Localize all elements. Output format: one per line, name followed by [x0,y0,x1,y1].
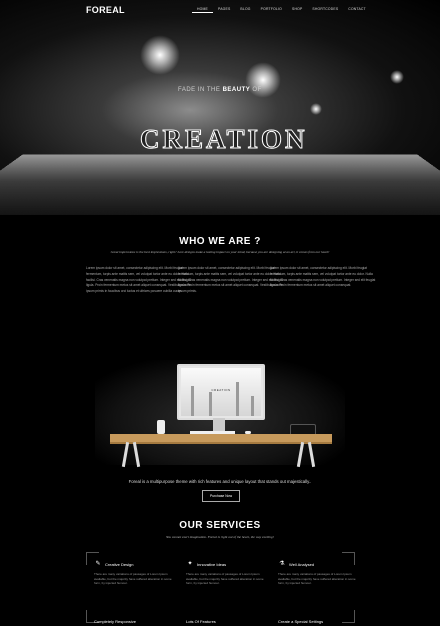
top-nav: FOREAL HOME PAGES BLOG PORTFOLIO SHOP SH… [0,0,440,20]
service-title: Creative Design [105,561,134,567]
phone [157,420,165,434]
hero-tagline: FADE IN THE BEAUTY OF [178,87,262,93]
tagline-pre: FADE IN THE [178,87,221,93]
nav-item-portfolio[interactable]: PORTFOLIO [256,7,287,13]
service-lots-of-features: Lots Of Features [186,619,216,624]
palette-icon: ✎ [95,561,101,567]
site-logo[interactable]: FOREAL [86,5,125,15]
workspace-showcase-image: CREATION [95,360,345,472]
tree-graphic [209,392,212,416]
street-light [390,70,404,84]
monitor-stand [213,418,225,432]
hero-banner: FADE IN THE BEAUTY OF CREATION [0,0,440,215]
about-column-3: Lorem ipsum dolor sit amet, consectetur … [270,266,376,288]
nav-item-pages[interactable]: PAGES [213,7,235,13]
service-text: There are many variations of passages of… [278,572,356,586]
lightbulb-icon: ✦ [187,561,193,567]
monitor: CREATION [177,364,265,420]
screen-caption: CREATION [211,388,231,392]
nav-item-home[interactable]: HOME [192,7,213,13]
intro-text: Foreal is a multipurpose theme with rich… [128,479,312,484]
service-title: Well Analysed [289,561,315,567]
tagline-post: OF [252,87,262,93]
service-innovative-ideas: ✦ Innovative Ideas There are many variati… [186,560,266,586]
service-creative-design: ✎ Creative Design There are many variatio… [94,560,174,586]
service-title: Innovative Ideas [197,561,227,567]
service-completely-responsive: Completely Responsive [94,619,137,624]
street-light [140,35,180,75]
hero-road-image [0,154,440,215]
services-subtitle: You cannot exert imagination. Foreal is … [166,535,274,539]
tagline-bold: BEAUTY [222,87,251,93]
service-text: There are many variations of passages of… [94,572,172,586]
hero-title: CREATION [140,124,308,155]
street-light [310,103,322,115]
service-well-analysed: ⚗ Well Analysed There are many variations… [278,560,358,586]
nav-item-shortcodes[interactable]: SHORTCODES [307,7,343,13]
monitor-screen: CREATION [181,368,261,416]
nav-item-shop[interactable]: SHOP [287,7,307,13]
desk-leg [295,442,317,466]
about-title: WHO WE ARE ? [179,236,261,247]
service-text: There are many variations of passages of… [186,572,264,586]
service-special-settings: Create a Special Settings [278,619,324,624]
analysis-icon: ⚗ [279,561,285,567]
services-title: OUR SERVICES [179,520,261,531]
frame-corner [342,610,355,623]
desk-leg [120,442,142,466]
nav-item-contact[interactable]: CONTACT [343,7,371,13]
about-subtitle: Great impressions is the best impression… [110,250,330,254]
main-menu: HOME PAGES BLOG PORTFOLIO SHOP SHORTCODE… [192,7,371,13]
tree-graphic [251,396,254,416]
purchase-now-button[interactable]: Purchase Now [202,490,240,502]
nav-item-blog[interactable]: BLOG [235,7,255,13]
